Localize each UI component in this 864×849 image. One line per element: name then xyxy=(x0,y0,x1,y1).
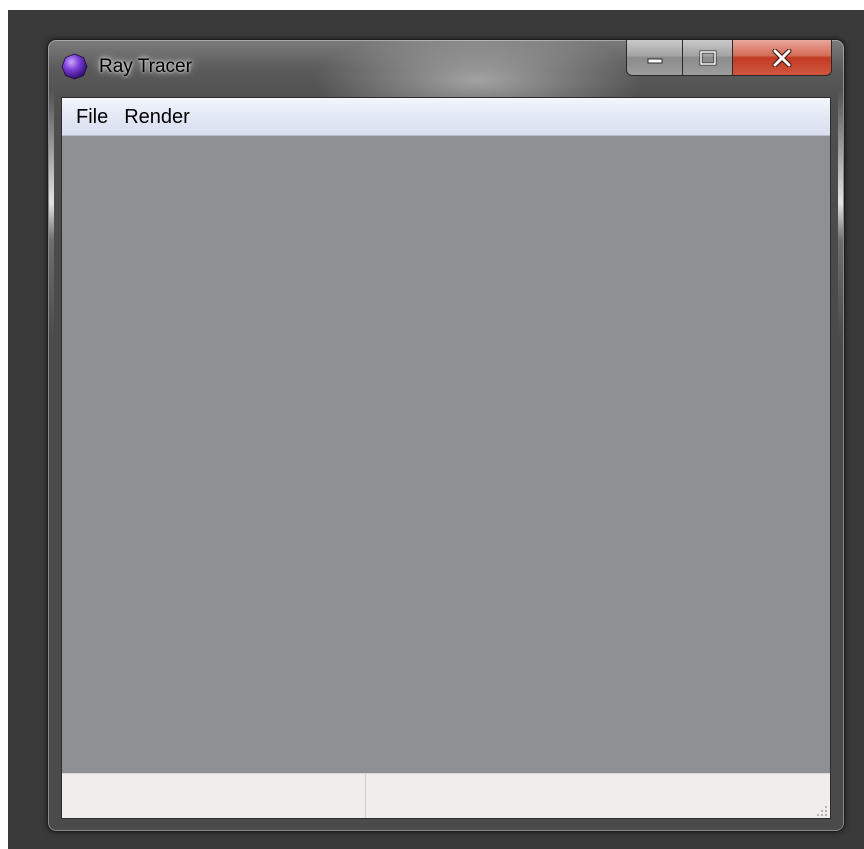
minimize-icon xyxy=(647,58,662,63)
menu-bar: File Render xyxy=(62,98,830,136)
close-button[interactable] xyxy=(733,40,832,76)
resize-grip-icon[interactable] xyxy=(814,802,828,816)
client-area: File Render xyxy=(61,97,831,819)
frame-glint-right xyxy=(838,90,843,340)
purple-sphere-icon[interactable] xyxy=(61,53,88,80)
window-title: Ray Tracer xyxy=(99,56,192,77)
close-icon xyxy=(772,48,792,67)
menu-file[interactable]: File xyxy=(69,102,115,132)
maximize-button[interactable] xyxy=(683,40,733,76)
caption-buttons xyxy=(626,40,832,78)
maximize-icon xyxy=(699,50,716,65)
desktop: Ray Tracer File Render xyxy=(0,0,864,849)
status-bar xyxy=(62,773,830,818)
minimize-button[interactable] xyxy=(626,40,683,76)
status-pane-left xyxy=(62,774,366,818)
menu-render[interactable]: Render xyxy=(117,102,197,132)
frame-glint-left xyxy=(49,90,54,340)
status-pane-right xyxy=(367,774,830,818)
main-window: Ray Tracer File Render xyxy=(47,39,845,832)
render-canvas[interactable] xyxy=(62,136,830,773)
